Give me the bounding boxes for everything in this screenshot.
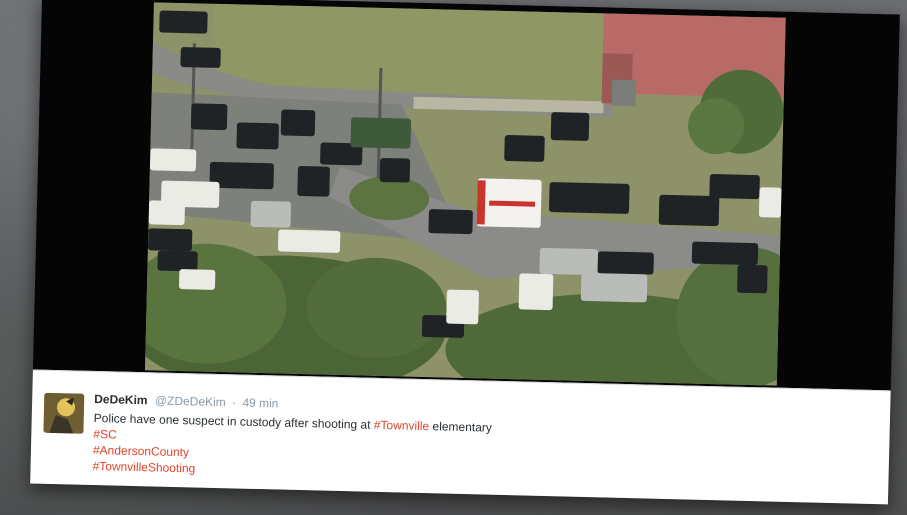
author-name[interactable]: DeDeKim: [94, 392, 148, 407]
avatar-image: [43, 392, 85, 434]
tweet-timestamp[interactable]: 49 min: [242, 396, 278, 411]
hashtag-link-townville[interactable]: #Townville: [374, 418, 430, 433]
video-player[interactable]: [32, 0, 900, 395]
tweet-text: Police have one suspect in custody after…: [92, 410, 492, 484]
separator-dot: ·: [231, 395, 237, 410]
aerial-scene-image: [144, 2, 786, 386]
tweet-header: DeDeKim @ZDeDeKim · 49 min: [94, 392, 279, 410]
aerial-video-frame: [144, 2, 786, 386]
author-handle[interactable]: @ZDeDeKim: [155, 393, 226, 409]
tweet-text-after: elementary: [429, 419, 493, 435]
tweet: DeDeKim @ZDeDeKim · 49 min Police have o…: [30, 369, 891, 505]
profile-avatar-icon[interactable]: [43, 392, 85, 434]
embedded-tweet-card: DeDeKim @ZDeDeKim · 49 min Police have o…: [30, 0, 900, 505]
